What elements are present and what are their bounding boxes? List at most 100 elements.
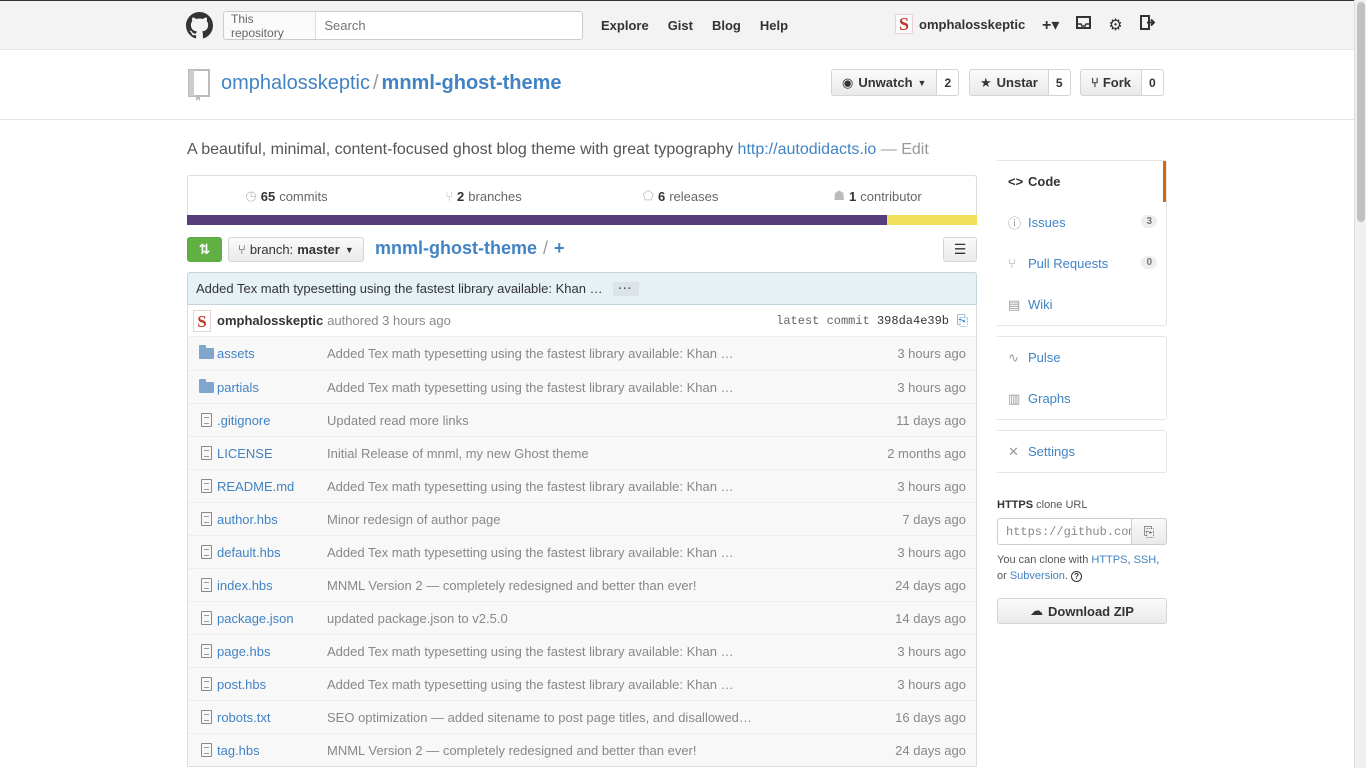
file-name-link[interactable]: package.json — [217, 611, 327, 626]
file-name-link[interactable]: default.hbs — [217, 545, 327, 560]
file-commit-message[interactable]: MNML Version 2 — completely redesigned a… — [327, 578, 767, 593]
breadcrumb-repo[interactable]: mnml-ghost-theme — [375, 238, 537, 258]
file-name-link[interactable]: tag.hbs — [217, 743, 327, 758]
file-age: 2 months ago — [887, 445, 966, 461]
file-name-link[interactable]: index.hbs — [217, 578, 327, 593]
commits-summary[interactable]: ◷ 65 commits — [188, 176, 385, 216]
commit-sha[interactable]: 398da4e39b — [877, 314, 949, 328]
author-avatar[interactable]: S — [193, 309, 211, 332]
user-menu[interactable]: S omphalosskeptic — [895, 14, 1025, 34]
sidebar-item-graphs[interactable]: ▥ Graphs — [997, 378, 1166, 419]
file-commit-message[interactable]: Added Tex math typesetting using the fas… — [327, 644, 767, 659]
file-name-link[interactable]: robots.txt — [217, 710, 327, 725]
file-row[interactable]: robots.txt SEO optimization — added siten… — [188, 700, 976, 733]
file-row[interactable]: index.hbs MNML Version 2 — completely red… — [188, 568, 976, 601]
file-commit-message[interactable]: Initial Release of mnml, my new Ghost th… — [327, 446, 767, 461]
language-bar[interactable] — [187, 215, 977, 225]
sidebar-item-code[interactable]: <> Code — [997, 161, 1166, 202]
unwatch-button[interactable]: ◉ Unwatch ▼ — [831, 69, 938, 96]
compare-review-button[interactable]: ⇅ — [187, 237, 222, 262]
sidebar-item-label: Issues — [1028, 215, 1066, 230]
copy-clone-url-button[interactable]: ⎘ — [1132, 518, 1167, 545]
edit-description-link[interactable]: — Edit — [881, 141, 929, 158]
file-name-link[interactable]: partials — [217, 380, 327, 395]
help-question-icon[interactable]: ? — [1071, 571, 1083, 582]
file-commit-message[interactable]: Added Tex math typesetting using the fas… — [327, 479, 767, 494]
file-row[interactable]: README.md Added Tex math typesetting usin… — [188, 469, 976, 502]
clone-ssh-link[interactable]: SSH — [1134, 554, 1157, 566]
file-name-link[interactable]: .gitignore — [217, 413, 327, 428]
fork-button[interactable]: ⑂ Fork — [1080, 69, 1142, 96]
file-commit-message[interactable]: Updated read more links — [327, 413, 767, 428]
sidebar-item-pulse[interactable]: ∿ Pulse — [997, 337, 1166, 378]
file-commit-message[interactable]: MNML Version 2 — completely redesigned a… — [327, 743, 767, 758]
github-logo-icon[interactable] — [186, 12, 213, 39]
file-row[interactable]: partials Added Tex math typesetting using… — [188, 370, 976, 403]
clone-subversion-link[interactable]: Subversion — [1010, 570, 1065, 582]
file-name-link[interactable]: assets — [217, 346, 327, 361]
file-commit-message[interactable]: Added Tex math typesetting using the fas… — [327, 677, 767, 692]
list-view-button[interactable]: ☰ — [943, 237, 977, 262]
file-commit-message[interactable]: Added Tex math typesetting using the fas… — [327, 545, 767, 560]
repo-name-link[interactable]: mnml-ghost-theme — [382, 72, 562, 94]
file-commit-message[interactable]: updated package.json to v2.5.0 — [327, 611, 767, 626]
nav-blog[interactable]: Blog — [712, 18, 741, 33]
file-commit-message[interactable]: Added Tex math typesetting using the fas… — [327, 346, 767, 361]
list-icon: ☰ — [953, 241, 967, 257]
commit-author[interactable]: omphalosskeptic — [217, 313, 323, 328]
sidebar-item-wiki[interactable]: ▤ Wiki — [997, 284, 1166, 325]
notifications-inbox-icon[interactable] — [1076, 16, 1092, 34]
settings-gear-icon[interactable]: ⚙ — [1108, 15, 1122, 35]
stargazers-count[interactable]: 5 — [1048, 69, 1071, 96]
download-zip-button[interactable]: ☁ Download ZIP — [997, 598, 1167, 624]
repo-owner-link[interactable]: omphalosskeptic — [221, 72, 370, 94]
file-name-link[interactable]: post.hbs — [217, 677, 327, 692]
file-commit-message[interactable]: SEO optimization — added sitename to pos… — [327, 710, 767, 725]
file-row[interactable]: post.hbs Added Tex math typesetting using… — [188, 667, 976, 700]
file-row[interactable]: default.hbs Added Tex math typesetting us… — [188, 535, 976, 568]
search-scope[interactable]: This repository — [224, 12, 317, 40]
branch-select[interactable]: ⑂ branch: master ▼ — [228, 237, 364, 262]
new-file-plus[interactable]: + — [554, 238, 565, 258]
contributors-summary[interactable]: ☗ 1 contributor — [779, 176, 976, 216]
sidebar-item-settings[interactable]: ✕ Settings — [997, 431, 1166, 472]
avatar: S — [895, 14, 913, 34]
file-name-link[interactable]: page.hbs — [217, 644, 327, 659]
latest-commit: latest commit 398da4e39b — [776, 314, 949, 328]
watchers-count[interactable]: 2 — [937, 69, 960, 96]
nav-explore[interactable]: Explore — [601, 18, 649, 33]
file-row[interactable]: .gitignore Updated read more links 11 days… — [188, 403, 976, 436]
homepage-link[interactable]: http://autodidacts.io — [738, 141, 877, 158]
sidebar-item-issues[interactable]: ⓘ Issues 3 — [997, 202, 1166, 243]
file-row[interactable]: tag.hbs MNML Version 2 — completely redes… — [188, 733, 976, 766]
file-name-link[interactable]: author.hbs — [217, 512, 327, 527]
page-scrollbar[interactable] — [1354, 0, 1366, 768]
scrollbar-thumb[interactable] — [1357, 2, 1365, 222]
file-row[interactable]: author.hbs Minor redesign of author page 7… — [188, 502, 976, 535]
file-row[interactable]: assets Added Tex math typesetting using t… — [188, 337, 976, 370]
file-row[interactable]: page.hbs Added Tex math typesetting using… — [188, 634, 976, 667]
commit-message[interactable]: Added Tex math typesetting using the fas… — [196, 281, 603, 296]
nav-gist[interactable]: Gist — [668, 18, 693, 33]
file-name-link[interactable]: LICENSE — [217, 446, 327, 461]
file-commit-message[interactable]: Added Tex math typesetting using the fas… — [327, 380, 767, 395]
nav-help[interactable]: Help — [760, 18, 788, 33]
clone-https-link[interactable]: HTTPS — [1091, 554, 1127, 566]
file-text-icon — [188, 710, 217, 724]
commit-expand-ellipsis[interactable]: ··· — [612, 281, 639, 296]
file-row[interactable]: package.json updated package.json to v2.5… — [188, 601, 976, 634]
clone-url-input[interactable] — [997, 518, 1132, 545]
releases-summary[interactable]: ⬠ 6 releases — [582, 176, 779, 216]
unstar-button[interactable]: ★ Unstar — [969, 69, 1049, 96]
sign-out-icon[interactable] — [1139, 15, 1156, 35]
branches-summary[interactable]: ⑂ 2 branches — [385, 176, 582, 216]
file-row[interactable]: LICENSE Initial Release of mnml, my new G… — [188, 436, 976, 469]
create-new-plus-icon[interactable]: +▾ — [1042, 15, 1059, 35]
clipboard-icon[interactable]: ⎘ — [957, 312, 968, 329]
forks-count[interactable]: 0 — [1141, 69, 1164, 96]
username[interactable]: omphalosskeptic — [919, 17, 1025, 32]
search-input[interactable] — [316, 18, 582, 33]
file-commit-message[interactable]: Minor redesign of author page — [327, 512, 767, 527]
file-name-link[interactable]: README.md — [217, 479, 327, 494]
sidebar-item-pull-requests[interactable]: ⑂ Pull Requests 0 — [997, 243, 1166, 284]
